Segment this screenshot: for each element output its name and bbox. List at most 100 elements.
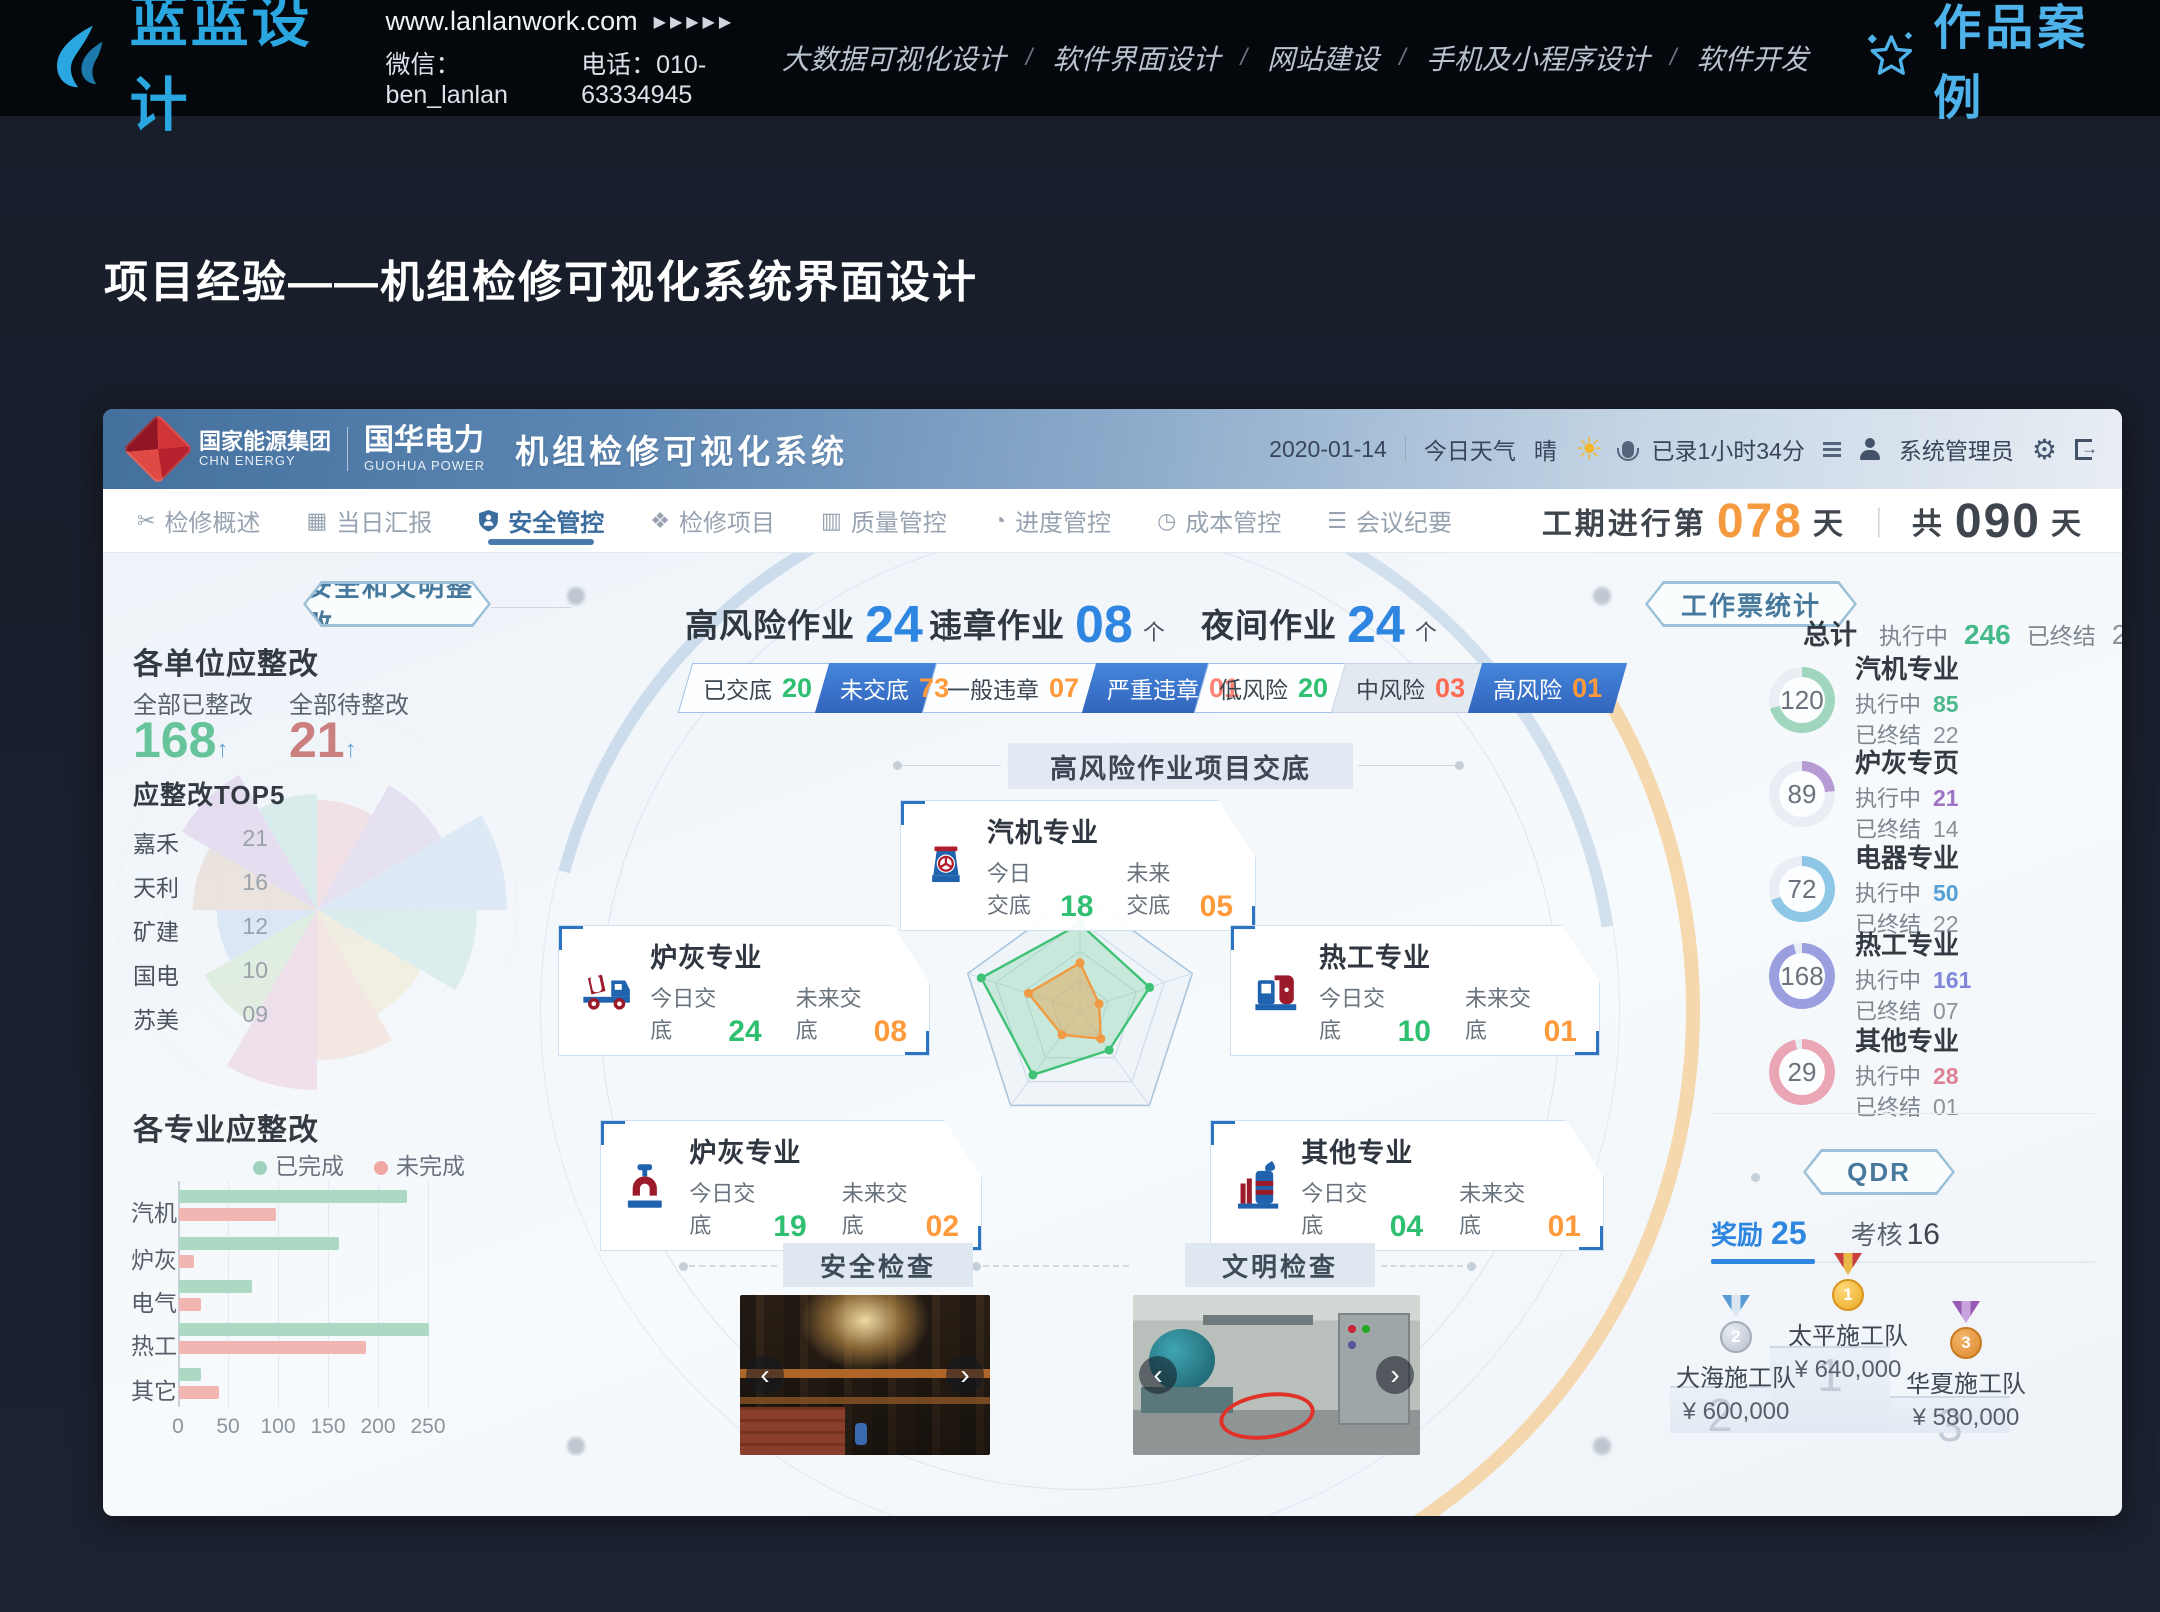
tab-safety-control[interactable]: 安全管控	[478, 489, 604, 552]
separator: /	[1399, 44, 1406, 72]
service-item: 网站建设	[1267, 38, 1379, 78]
tab-repair-projects[interactable]: ❖ 检修项目	[650, 489, 775, 552]
stat-badges: 低风险20 中风险03 高风险01	[1201, 663, 1620, 713]
tab-label: 当日汇报	[336, 503, 432, 538]
card-title: 其他专业	[1301, 1131, 1581, 1170]
stat-night-work: 夜间作业 24 个 低风险20 中风险03 高风险01	[1201, 599, 1620, 713]
carousel-next-button[interactable]: ›	[1376, 1356, 1414, 1394]
tab-meeting-minutes[interactable]: ☰ 会议纪要	[1327, 489, 1452, 552]
done-value: 168↑	[133, 711, 228, 769]
schedule-days-elapsed: 078	[1717, 494, 1803, 549]
tab-reward[interactable]: 奖励25	[1711, 1215, 1807, 1252]
service-list: 大数据可视化设计 / 软件界面设计 / 网站建设 / 手机及小程序设计 / 软件…	[782, 38, 1809, 78]
safety-check-photo[interactable]: ‹ ›	[740, 1295, 990, 1455]
bar-已完成	[179, 1323, 429, 1336]
axis-tick: 250	[410, 1415, 445, 1439]
connector-line	[983, 1265, 1129, 1267]
divider	[1711, 1113, 2095, 1114]
tab-daily-report[interactable]: ▦ 当日汇报	[306, 489, 432, 552]
connector-dot	[1455, 761, 1464, 770]
card-title: 汽机专业	[987, 811, 1233, 850]
portfolio-label[interactable]: 作品案例	[1933, 0, 2110, 128]
tab-label: 进度管控	[1015, 503, 1111, 538]
logout-icon[interactable]	[2075, 439, 2092, 460]
podium-entry-second: 2 大海施工队 ¥ 600,000	[1651, 1295, 1821, 1426]
portfolio-link[interactable]: 作品案例	[1865, 0, 2110, 128]
separator: /	[1240, 44, 1247, 72]
org1-en: CHN ENERGY	[199, 454, 331, 469]
grid-line	[378, 1181, 379, 1407]
microphone-icon	[1622, 441, 1634, 458]
badge-briefed: 已交底20	[685, 663, 830, 713]
donut-chart: 29	[1769, 1039, 1835, 1105]
site-url[interactable]: www.lanlanwork.com	[386, 6, 638, 37]
bar-category-label: 热工	[131, 1327, 177, 1361]
connector-line	[1381, 1265, 1463, 1267]
bar-category-label: 电气	[131, 1284, 177, 1318]
ring-label: 其他专业	[1855, 1021, 1959, 1058]
tab-quality-control[interactable]: ▥ 质量管控	[821, 489, 947, 552]
ring-row-turbine: 120 汽机专业 执行中85 已终结22	[1769, 649, 2109, 751]
team-amount: ¥ 600,000	[1683, 1398, 1790, 1426]
tab-cost-control[interactable]: ◷ 成本管控	[1157, 489, 1281, 552]
service-item: 大数据可视化设计	[782, 38, 1006, 78]
bar-category-label: 其它	[131, 1372, 177, 1406]
connector-line	[491, 607, 571, 608]
user-name[interactable]: 系统管理员	[1899, 432, 2014, 466]
schedule-total-days: 090	[1955, 494, 2041, 549]
tab-assessment[interactable]: 考核16	[1851, 1215, 1940, 1252]
badge-label: QDR	[1806, 1152, 1952, 1192]
card-title: 炉灰专业	[650, 936, 907, 975]
wechat-contact: 微信：ben_lanlan	[386, 45, 554, 110]
report-icon: ▦	[306, 508, 327, 534]
service-item: 软件开发	[1697, 38, 1809, 78]
carousel-next-button[interactable]: ›	[946, 1356, 984, 1394]
tab-overview[interactable]: ✂ 检修概述	[137, 489, 260, 552]
team-amount: ¥ 580,000	[1913, 1404, 2020, 1432]
tab-label: 安全管控	[508, 503, 604, 538]
civil-check-label: 文明检查	[1185, 1243, 1375, 1287]
workticket-total-row: 总计 执行中246 已终结281	[1803, 613, 2122, 652]
tab-progress-control[interactable]: ◔ 进度管控	[993, 489, 1111, 552]
card-other-profession: 其他专业 今日交底04 未来交底01	[1210, 1120, 1604, 1251]
app-nav: ✂ 检修概述 ▦ 当日汇报 安全管控 ❖ 检修项目 ▥ 质量管控	[103, 489, 2122, 553]
brand-name: 蓝蓝设计	[130, 0, 338, 142]
connector-dot	[972, 1262, 981, 1271]
divider	[1405, 436, 1406, 462]
tab-label: 质量管控	[851, 503, 947, 538]
org1-name: 国家能源集团	[199, 429, 331, 454]
shield-icon	[478, 509, 499, 532]
section-badge-safety-civil: 安全和文明整改	[303, 581, 491, 627]
top5-title: 应整改TOP5	[133, 775, 285, 812]
connector-dot	[893, 761, 902, 770]
project-schedule: 工期进行第 078 天 ｜ 共 090 天	[1542, 489, 2084, 553]
carousel-prev-button[interactable]: ‹	[746, 1356, 784, 1394]
bar-已完成	[179, 1237, 339, 1250]
card-title: 热工专业	[1319, 936, 1577, 975]
service-item: 手机及小程序设计	[1426, 38, 1650, 78]
settings-gear-icon[interactable]: ⚙	[2032, 433, 2057, 466]
section-badge-qdr: QDR	[1803, 1149, 1955, 1195]
card-title: 炉灰专业	[689, 1131, 959, 1170]
card-ash-profession: 炉灰专业 今日交底24 未来交底08	[558, 925, 930, 1056]
up-arrow-icon: ↑	[216, 736, 228, 763]
donut-chart: 168	[1769, 943, 1835, 1009]
decor-dot	[567, 1437, 585, 1455]
civil-check-photo[interactable]: ‹ ›	[1133, 1295, 1420, 1455]
ring-label: 热工专业	[1855, 925, 1971, 962]
card-turbine-profession: 汽机专业 今日交底18 未来交底05	[900, 800, 1256, 931]
diamond-icon: ❖	[650, 508, 670, 534]
badge-label: 安全和文明整改	[306, 584, 488, 624]
phone-contact: 电话：010-63334945	[581, 45, 782, 110]
axis-tick: 200	[360, 1415, 395, 1439]
profession-rectify-title: 各专业应整改	[133, 1105, 319, 1149]
divider	[347, 427, 348, 471]
weather-value: 晴	[1534, 432, 1557, 466]
top5-row: 矿建12	[133, 913, 268, 947]
org-block-1: 国家能源集团 CHN ENERGY	[199, 429, 331, 469]
safety-check-label: 安全检查	[783, 1243, 973, 1287]
connector-dot	[1751, 1173, 1760, 1182]
list-icon[interactable]	[1823, 442, 1841, 445]
axis-tick: 50	[216, 1415, 239, 1439]
carousel-prev-button[interactable]: ‹	[1139, 1356, 1177, 1394]
